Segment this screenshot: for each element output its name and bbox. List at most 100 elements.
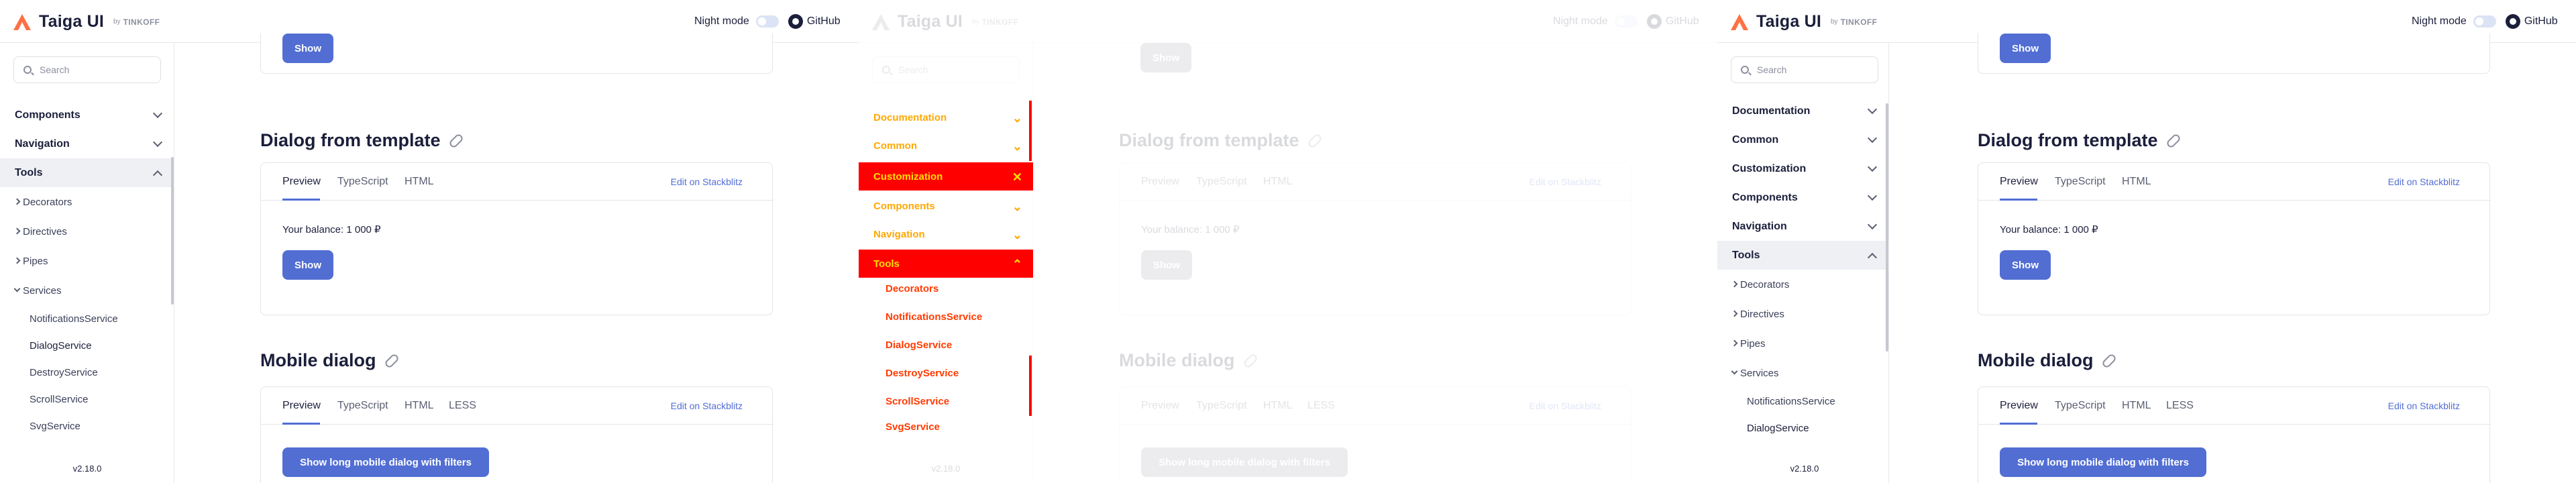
- tab-preview[interactable]: Preview: [2000, 176, 2038, 188]
- nav-section-tools[interactable]: Tools: [1717, 241, 1889, 270]
- chevron-down-icon: [152, 137, 163, 148]
- nav-sub-pipes[interactable]: Pipes: [0, 246, 174, 276]
- tab-preview[interactable]: Preview: [282, 176, 321, 188]
- nav-section-navigation[interactable]: Navigation: [0, 129, 174, 158]
- tab-typescript[interactable]: TypeScript: [1196, 176, 1247, 188]
- overlay-row-documentation[interactable]: Documentation ⌄: [859, 103, 1033, 131]
- tab-typescript[interactable]: TypeScript: [2055, 176, 2106, 188]
- search-input[interactable]: Search: [1731, 56, 1878, 83]
- nav-sub-pipes[interactable]: Pipes: [1717, 329, 1889, 358]
- tab-preview[interactable]: Preview: [2000, 400, 2038, 412]
- nav-sub-directives[interactable]: Directives: [1717, 299, 1889, 329]
- overlay-leaf[interactable]: NotificationsService: [885, 311, 982, 323]
- link-icon[interactable]: [447, 132, 464, 149]
- night-mode-toggle[interactable]: [755, 15, 779, 28]
- show-button[interactable]: Show: [1141, 250, 1192, 280]
- nav-section-tools[interactable]: Tools: [0, 158, 174, 187]
- tab-less[interactable]: LESS: [449, 400, 476, 412]
- nav-section-components[interactable]: Components: [0, 101, 174, 129]
- stackblitz-link[interactable]: Edit on Stackblitz: [2388, 176, 2460, 187]
- show-mobile-dialog-button[interactable]: Show long mobile dialog with filters: [1141, 447, 1348, 477]
- nav-leaf-destroy[interactable]: DestroyService: [0, 359, 174, 386]
- show-button[interactable]: Show: [2000, 34, 2051, 63]
- brand[interactable]: Taiga UI by TINKOFF: [871, 12, 1018, 32]
- sidebar-scrollbar[interactable]: [1886, 103, 1888, 352]
- show-button[interactable]: Show: [2000, 250, 2051, 280]
- overlay-leaf[interactable]: DestroyService: [885, 368, 959, 379]
- link-icon[interactable]: [2165, 132, 2182, 149]
- search-input[interactable]: Search: [13, 56, 161, 83]
- nav-leaf-dialog[interactable]: DialogService: [1717, 415, 1889, 441]
- nav-sub-services[interactable]: Services: [1717, 358, 1889, 388]
- tab-html[interactable]: HTML: [1263, 400, 1293, 412]
- tab-preview[interactable]: Preview: [282, 400, 321, 412]
- link-icon[interactable]: [383, 352, 400, 369]
- demo-card-template: Preview TypeScript HTML Edit on Stackbli…: [1119, 162, 1632, 315]
- overlay-row-customization[interactable]: Customization ✕: [859, 162, 1033, 191]
- tab-html[interactable]: HTML: [405, 176, 434, 188]
- nav-leaf-notifications[interactable]: NotificationsService: [0, 305, 174, 332]
- tab-preview[interactable]: Preview: [1141, 176, 1179, 188]
- brand-company: TINKOFF: [981, 17, 1019, 27]
- nav-leaf-svg[interactable]: SvgService: [0, 413, 174, 439]
- overlay-row-components[interactable]: Components ⌄: [859, 192, 1033, 220]
- overlay-leaf[interactable]: Decorators: [885, 283, 938, 294]
- brand[interactable]: Taiga UI by TINKOFF: [12, 12, 160, 32]
- tab-less[interactable]: LESS: [2166, 400, 2194, 412]
- nav-section-navigation[interactable]: Navigation: [1717, 212, 1889, 241]
- show-button[interactable]: Show: [282, 34, 333, 63]
- show-mobile-dialog-button[interactable]: Show long mobile dialog with filters: [2000, 447, 2206, 477]
- show-mobile-dialog-button[interactable]: Show long mobile dialog with filters: [282, 447, 489, 477]
- tab-typescript[interactable]: TypeScript: [2055, 400, 2106, 412]
- link-icon[interactable]: [2100, 352, 2117, 369]
- main-content: Show Dialog from template Preview TypeSc…: [1033, 43, 1717, 483]
- stackblitz-link[interactable]: Edit on Stackblitz: [2388, 400, 2460, 411]
- tab-html[interactable]: HTML: [405, 400, 434, 412]
- search-icon: [882, 66, 890, 74]
- nav-section-components[interactable]: Components: [1717, 183, 1889, 212]
- link-icon[interactable]: [1242, 352, 1258, 369]
- night-mode-label: Night mode: [2412, 15, 2467, 27]
- overlay-leaf[interactable]: SvgService: [885, 421, 940, 433]
- search-input[interactable]: Search: [872, 56, 1020, 83]
- stackblitz-link[interactable]: Edit on Stackblitz: [1529, 176, 1601, 187]
- night-mode-toggle[interactable]: [1614, 15, 1638, 28]
- tab-typescript[interactable]: TypeScript: [337, 176, 388, 188]
- tab-html[interactable]: HTML: [2122, 176, 2151, 188]
- nav-sub-decorators[interactable]: Decorators: [1717, 270, 1889, 299]
- demo-tabs: Preview TypeScript HTML Edit on Stackbli…: [1978, 163, 2491, 201]
- sidebar-scrollbar[interactable]: [171, 157, 174, 305]
- tab-less[interactable]: LESS: [1307, 400, 1335, 412]
- nav-sub-services[interactable]: Services: [0, 276, 174, 305]
- nav-section-common[interactable]: Common: [1717, 125, 1889, 154]
- link-icon[interactable]: [1306, 132, 1323, 149]
- overlay-row-tools[interactable]: Tools ⌃: [859, 250, 1033, 278]
- show-button[interactable]: Show: [1140, 43, 1191, 72]
- show-button[interactable]: Show: [282, 250, 333, 280]
- nav-sub-directives[interactable]: Directives: [0, 217, 174, 246]
- overlay-row-common[interactable]: Common ⌄: [859, 131, 1033, 160]
- night-mode-toggle[interactable]: [2473, 15, 2496, 28]
- nav-section-documentation[interactable]: Documentation: [1717, 97, 1889, 125]
- overlay-row-navigation[interactable]: Navigation ⌄: [859, 220, 1033, 248]
- brand[interactable]: Taiga UI by TINKOFF: [1729, 12, 1877, 32]
- stackblitz-link[interactable]: Edit on Stackblitz: [671, 176, 743, 187]
- stackblitz-link[interactable]: Edit on Stackblitz: [671, 400, 743, 411]
- nav-leaf-scroll[interactable]: ScrollService: [0, 386, 174, 413]
- github-link[interactable]: GitHub: [2505, 14, 2558, 29]
- github-link[interactable]: GitHub: [1646, 14, 1699, 29]
- overlay-leaf[interactable]: ScrollService: [885, 396, 949, 407]
- tab-preview[interactable]: Preview: [1141, 400, 1179, 412]
- tab-typescript[interactable]: TypeScript: [1196, 400, 1247, 412]
- github-link[interactable]: GitHub: [788, 14, 841, 29]
- stackblitz-link[interactable]: Edit on Stackblitz: [1529, 400, 1601, 411]
- nav-leaf-notifications[interactable]: NotificationsService: [1717, 388, 1889, 415]
- tab-html[interactable]: HTML: [2122, 400, 2151, 412]
- nav-sub-decorators[interactable]: Decorators: [0, 187, 174, 217]
- github-icon: [1646, 14, 1662, 29]
- tab-typescript[interactable]: TypeScript: [337, 400, 388, 412]
- tab-html[interactable]: HTML: [1263, 176, 1293, 188]
- nav-leaf-dialog[interactable]: DialogService: [0, 332, 174, 359]
- overlay-leaf[interactable]: DialogService: [885, 339, 952, 351]
- nav-section-customization[interactable]: Customization: [1717, 154, 1889, 183]
